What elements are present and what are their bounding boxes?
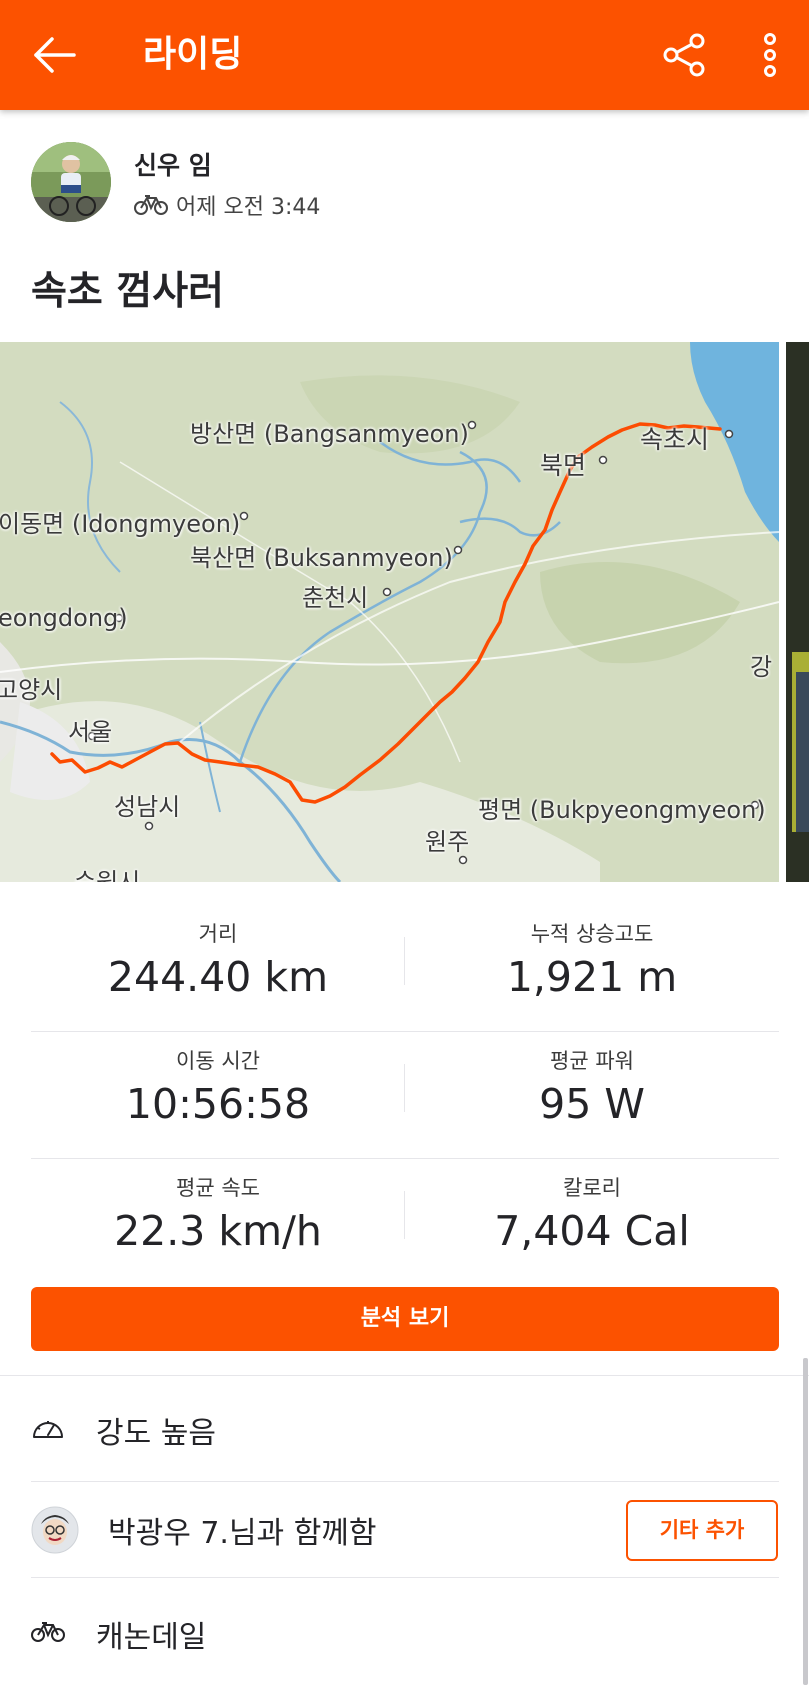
route-map[interactable]: 방산면 (Bangsanmyeon) 이동면 (Idongmyeon) 북산면 … <box>0 342 779 882</box>
activity-meta: 어제 오전 3:44 <box>134 190 320 220</box>
bike-name: 캐논데일 <box>96 1620 207 1655</box>
stat-label: 평균 파워 <box>550 1049 634 1073</box>
stat-value: 95 W <box>539 1080 645 1128</box>
stat-label: 거리 <box>198 922 238 946</box>
stat-calories: 칼로리 7,404 Cal <box>405 1173 779 1259</box>
stat-value: 10:56:58 <box>125 1080 311 1128</box>
stat-label: 칼로리 <box>563 1176 621 1200</box>
activity-title: 속초 껌사러 <box>31 269 224 314</box>
page-title: 라이딩 <box>143 34 243 75</box>
stat-value: 244.40 km <box>107 953 329 1001</box>
more-options-icon[interactable] <box>745 30 795 80</box>
stat-avg-power: 평균 파워 95 W <box>405 1046 779 1132</box>
gear-row[interactable]: 캐논데일 <box>0 1578 809 1685</box>
avatar <box>31 1506 79 1554</box>
map-label-gang: 강 <box>750 653 773 681</box>
stats-grid: 거리 244.40 km 누적 상승고도 1,921 m 이동 시간 10:56… <box>31 905 779 1286</box>
stat-label: 누적 상승고도 <box>530 922 654 946</box>
bike-icon <box>134 195 168 215</box>
stat-avg-speed: 평균 속도 22.3 km/h <box>31 1173 405 1259</box>
map-label-chuncheon: 춘천시 <box>302 584 369 612</box>
bike-icon <box>31 1622 65 1642</box>
add-others-button[interactable]: 기타 추가 <box>626 1500 778 1561</box>
stat-value: 1,921 m <box>506 953 678 1001</box>
map-label-bangsan: 방산면 (Bangsanmyeon) <box>190 420 469 448</box>
stats-row: 이동 시간 10:56:58 평균 파워 95 W <box>31 1032 779 1159</box>
intensity-label: 강도 높음 <box>96 1416 216 1451</box>
activity-header: 신우 임 어제 오전 3:44 속초 껌사러 <box>0 110 809 340</box>
stats-row: 거리 244.40 km 누적 상승고도 1,921 m <box>31 905 779 1032</box>
map-label-goyang: 고양시 <box>0 676 63 704</box>
stat-label: 평균 속도 <box>176 1176 260 1200</box>
map-label-suwon: 수원시 <box>74 868 141 882</box>
map-label-seongnam: 성남시 <box>114 793 181 821</box>
stat-distance: 거리 244.40 km <box>31 919 405 1005</box>
stat-label: 이동 시간 <box>176 1049 260 1073</box>
map-label-bukmyeon: 북면 <box>540 451 587 480</box>
stat-moving-time: 이동 시간 10:56:58 <box>31 1046 405 1132</box>
share-icon[interactable] <box>660 30 710 80</box>
map-label-idong: 이동면 (Idongmyeon) <box>0 510 241 538</box>
scrollbar[interactable] <box>803 1358 808 1685</box>
view-analysis-button[interactable]: 분석 보기 <box>31 1287 779 1351</box>
map-label-buksan: 북산면 (Buksanmyeon) <box>190 544 453 572</box>
map-label-seoul: 서울 <box>68 718 113 746</box>
athlete-name[interactable]: 신우 임 <box>134 146 212 182</box>
map-label-bukpyeong: 평면 (Bukpyeongmyeon) <box>478 796 766 824</box>
stat-elevation-gain: 누적 상승고도 1,921 m <box>405 919 779 1005</box>
gauge-icon <box>33 1421 63 1438</box>
stat-value: 7,404 Cal <box>494 1207 690 1255</box>
intensity-row[interactable]: 강도 높음 <box>0 1376 809 1481</box>
map-label-eongdong: eongdong) <box>0 604 128 632</box>
map-label-sokcho: 속초시 <box>640 425 710 454</box>
back-arrow-icon[interactable] <box>30 30 80 80</box>
app-bar: 라이딩 <box>0 0 809 110</box>
avatar[interactable] <box>31 142 111 222</box>
next-photo-peek[interactable] <box>786 342 809 882</box>
stats-row: 평균 속도 22.3 km/h 칼로리 7,404 Cal <box>31 1159 779 1286</box>
with-athletes-label: 박광우 7.님과 함께함 <box>108 1516 377 1551</box>
stat-value: 22.3 km/h <box>114 1207 322 1255</box>
activity-timestamp: 어제 오전 3:44 <box>176 195 321 220</box>
map-label-wonju: 원주 <box>425 828 470 856</box>
